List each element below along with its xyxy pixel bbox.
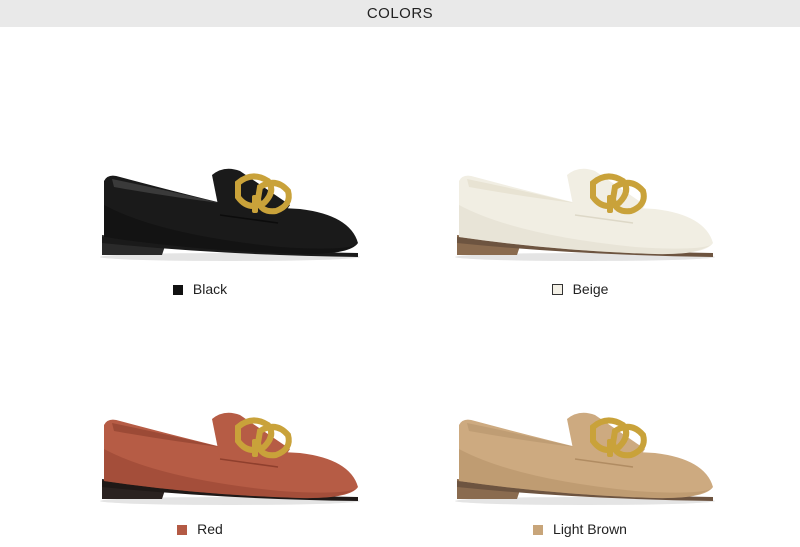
color-label-red: Red bbox=[0, 521, 400, 537]
buckle-bar bbox=[607, 439, 613, 457]
section-title: COLORS bbox=[366, 5, 434, 22]
shoe-image-light-brown bbox=[455, 412, 715, 505]
color-variant-red[interactable]: Red bbox=[0, 274, 400, 537]
shoe-image-red bbox=[100, 412, 360, 505]
shoe-image-black bbox=[100, 168, 360, 261]
buckle-bar bbox=[252, 195, 258, 213]
color-variant-beige[interactable]: Beige bbox=[380, 27, 780, 297]
color-label-light-brown: Light Brown bbox=[380, 521, 780, 537]
shoe-image-beige bbox=[455, 168, 715, 261]
buckle-bar bbox=[252, 439, 258, 457]
color-variant-light-brown[interactable]: Light Brown bbox=[380, 274, 780, 537]
buckle-bar bbox=[607, 195, 613, 213]
section-header: COLORS bbox=[0, 0, 800, 27]
color-variant-black[interactable]: Black bbox=[0, 27, 400, 297]
swatch-light-brown bbox=[533, 525, 544, 535]
swatch-red bbox=[177, 525, 188, 535]
